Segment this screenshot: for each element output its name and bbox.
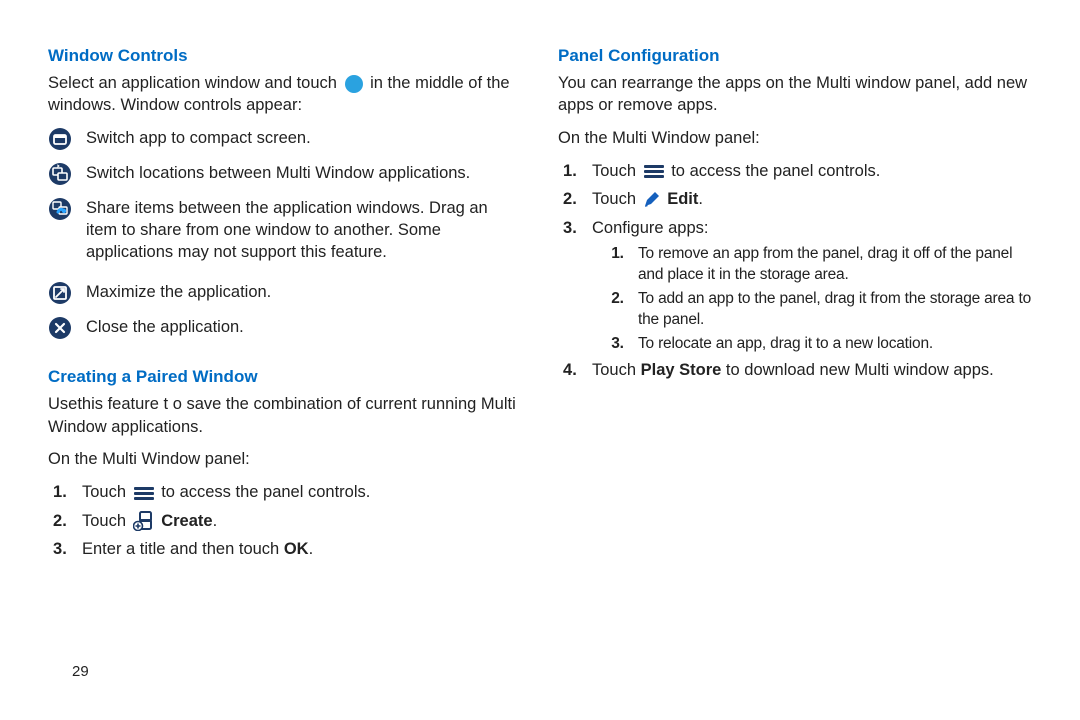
window-controls-intro: Select an application window and touch i… (48, 72, 522, 117)
window-controls-list: Switch app to compact screen. Switch loc… (48, 127, 522, 346)
heading-panel-config: Panel Configuration (558, 46, 1032, 66)
compact-screen-icon (48, 127, 76, 156)
bullet-add: To add an app to the panel, drag it from… (632, 289, 1032, 331)
panel-config-intro: You can rearrange the apps on the Multi … (558, 72, 1032, 117)
intro-text-a: Select an application window and touch (48, 74, 342, 92)
paired-window-intro: Usethis feature t o save the combination… (48, 393, 522, 438)
step-playstore: Touch Play Store to download new Multi w… (586, 358, 1032, 384)
item-switch: Switch locations between Multi Window ap… (48, 162, 522, 191)
configure-apps-bullets: To remove an app from the panel, drag it… (614, 244, 1032, 355)
close-app-icon (48, 316, 76, 345)
item-close: Close the application. (48, 316, 522, 345)
create-pair-icon (133, 511, 155, 531)
step-edit: Touch Edit. (586, 187, 1032, 213)
bullet-remove: To remove an app from the panel, drag it… (632, 244, 1032, 286)
maximize-icon (48, 281, 76, 310)
step-create: Touch Create. (76, 509, 522, 535)
item-maximize-text: Maximize the application. (86, 281, 271, 303)
handle-dot-icon (344, 74, 364, 94)
panel-config-steps: Touch to access the panel controls. Touc… (570, 159, 1032, 384)
paired-window-steps: Touch to access the panel controls. Touc… (60, 480, 522, 563)
item-switch-text: Switch locations between Multi Window ap… (86, 162, 470, 184)
menu-icon (643, 163, 665, 179)
paired-window-panel-line: On the Multi Window panel: (48, 448, 522, 470)
bullet-relocate: To relocate an app, drag it to a new loc… (632, 334, 1032, 355)
heading-paired-window: Creating a Paired Window (48, 367, 522, 387)
heading-window-controls: Window Controls (48, 46, 522, 66)
item-compact-text: Switch app to compact screen. (86, 127, 311, 149)
step-access-controls: Touch to access the panel controls. (76, 480, 522, 506)
step-enter-title: Enter a title and then touch OK. (76, 537, 522, 563)
left-column: Window Controls Select an application wi… (30, 40, 540, 567)
menu-icon (133, 485, 155, 501)
edit-pencil-icon (643, 191, 661, 209)
item-close-text: Close the application. (86, 316, 244, 338)
item-share: Share items between the application wind… (48, 197, 522, 264)
step-configure-apps: Configure apps: To remove an app from th… (586, 216, 1032, 355)
step-access-controls-right: Touch to access the panel controls. (586, 159, 1032, 185)
right-column: Panel Configuration You can rearrange th… (540, 40, 1050, 567)
page-body: Window Controls Select an application wi… (0, 0, 1080, 577)
share-windows-icon (48, 197, 76, 226)
item-compact: Switch app to compact screen. (48, 127, 522, 156)
switch-windows-icon (48, 162, 76, 191)
item-share-text: Share items between the application wind… (86, 197, 522, 264)
page-number: 29 (72, 663, 89, 680)
item-maximize: Maximize the application. (48, 281, 522, 310)
panel-config-panel-line: On the Multi Window panel: (558, 127, 1032, 149)
